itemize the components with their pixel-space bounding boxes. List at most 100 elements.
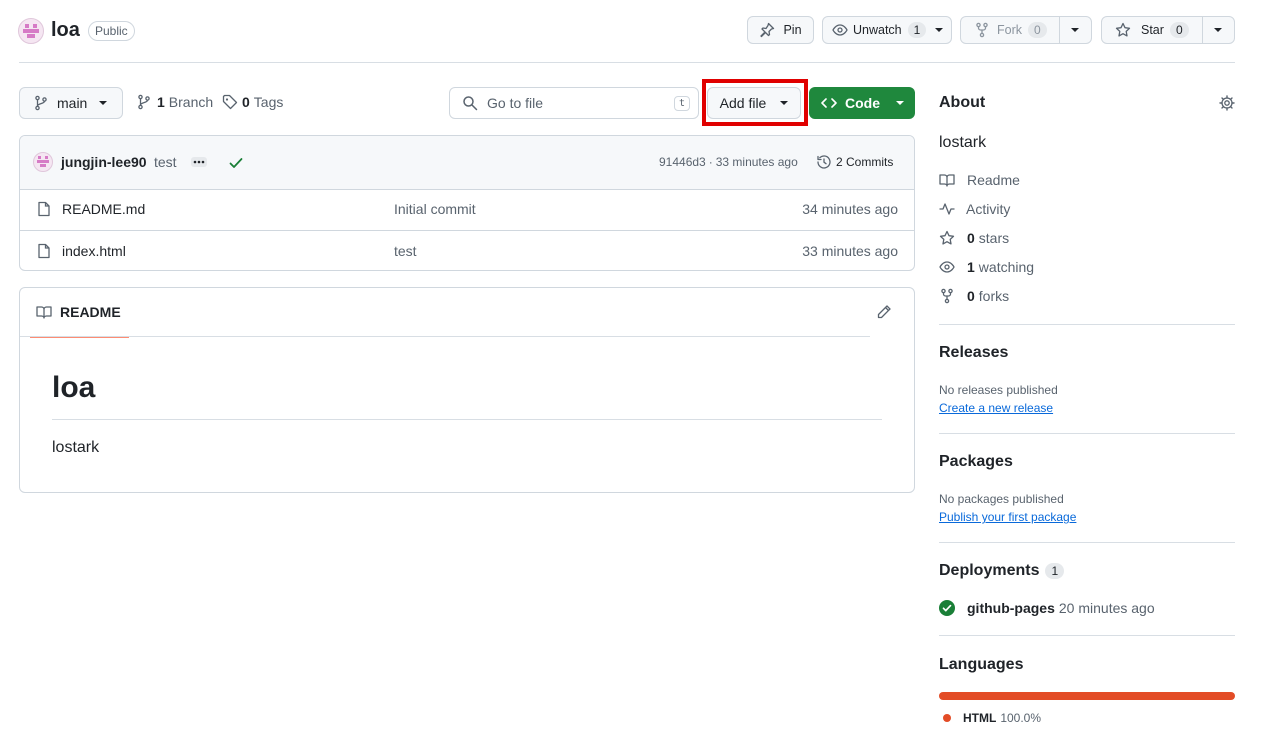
sidebar-divider <box>939 542 1235 543</box>
fork-count: 0 <box>1028 22 1047 38</box>
sidebar-divider <box>939 324 1235 325</box>
commit-author[interactable]: jungjin-lee90 <box>61 154 147 170</box>
about-activity-link[interactable]: Activity <box>939 201 1010 217</box>
identicon-avatar <box>18 18 44 44</box>
deployments-header[interactable]: Deployments 1 <box>939 562 1065 580</box>
publish-package-link[interactable]: Publish your first package <box>939 510 1076 524</box>
file-name[interactable]: index.html <box>62 243 126 259</box>
watching-label: watching <box>978 259 1035 275</box>
branches-link[interactable]: 1 Branch <box>136 94 213 110</box>
tag-count: 0 <box>242 94 250 110</box>
commit-message[interactable]: test <box>154 154 177 170</box>
languages-title: Languages <box>939 656 1024 673</box>
pin-icon <box>760 22 775 38</box>
pin-label: Pin <box>783 23 802 37</box>
about-stars-link[interactable]: 0 stars <box>939 230 1009 246</box>
packages-title[interactable]: Packages <box>939 453 1013 471</box>
watch-count: 1 <box>907 22 927 38</box>
branch-icon <box>35 95 47 111</box>
branch-selector[interactable]: main <box>19 87 123 119</box>
tag-label: Tags <box>253 94 284 110</box>
language-item[interactable]: HTML 100.0% <box>943 711 1041 725</box>
repo-avatar[interactable] <box>18 18 44 44</box>
packages-empty-text: No packages published <box>939 492 1064 506</box>
pencil-icon[interactable] <box>876 304 892 320</box>
file-row: README.md Initial commit 34 minutes ago <box>20 189 914 231</box>
heading-underline <box>52 419 882 420</box>
header-divider <box>19 62 1235 63</box>
stars-count: 0 <box>967 230 975 246</box>
readme-link-label: Readme <box>967 172 1020 188</box>
file-name[interactable]: README.md <box>62 201 145 217</box>
repo-name[interactable]: loa <box>51 19 80 42</box>
chevron-down-icon <box>1214 28 1223 32</box>
star-icon <box>1115 22 1131 37</box>
unwatch-label: Unwatch <box>853 23 902 37</box>
code-label: Code <box>845 95 880 111</box>
language-percent: 100.0% <box>1000 711 1042 725</box>
shortcut-key: t <box>673 95 690 111</box>
code-button[interactable]: Code <box>809 87 915 119</box>
go-to-file-input[interactable]: Go to file t <box>449 87 699 119</box>
forks-label: forks <box>978 288 1010 304</box>
create-release-link[interactable]: Create a new release <box>939 401 1053 415</box>
chevron-down-icon <box>1071 28 1080 32</box>
chevron-down-icon <box>896 101 904 105</box>
file-row: index.html test 33 minutes ago <box>20 231 914 270</box>
pin-button[interactable]: Pin <box>747 16 814 44</box>
star-label: Star <box>1141 23 1164 37</box>
star-dropdown[interactable] <box>1201 17 1234 43</box>
unwatch-dropdown[interactable] <box>927 28 951 32</box>
commits-link[interactable]: 2 Commits <box>816 154 893 170</box>
gear-icon[interactable] <box>1219 95 1235 111</box>
file-commit-message[interactable]: Initial commit <box>394 201 476 217</box>
branch-icon <box>138 94 150 110</box>
file-icon <box>38 243 50 259</box>
identicon-avatar[interactable] <box>33 152 53 172</box>
commit-time: 33 minutes ago <box>715 155 798 169</box>
check-circle-icon <box>939 600 955 616</box>
sidebar-divider <box>939 635 1235 636</box>
star-button[interactable]: Star 0 <box>1101 16 1235 44</box>
language-bar <box>939 692 1235 700</box>
about-title: About <box>939 94 986 111</box>
tags-link[interactable]: 0 Tags <box>222 94 283 110</box>
readme-tab-label: README <box>60 304 121 320</box>
about-watching-link[interactable]: 1 watching <box>939 259 1034 275</box>
about-readme-link[interactable]: Readme <box>939 172 1020 188</box>
about-forks-link[interactable]: 0 forks <box>939 288 1009 304</box>
readme-heading: loa <box>52 371 96 404</box>
chevron-down-icon <box>935 28 943 32</box>
file-time: 33 minutes ago <box>802 243 898 259</box>
commit-hash[interactable]: 91446d3 <box>659 155 706 169</box>
fork-icon <box>941 288 953 304</box>
check-icon[interactable] <box>228 155 244 171</box>
unwatch-button[interactable]: Unwatch 1 <box>822 16 952 44</box>
deployment-time: 20 minutes ago <box>1058 600 1155 616</box>
watching-count: 1 <box>967 259 975 275</box>
fork-dropdown[interactable] <box>1058 17 1091 43</box>
deployment-item[interactable]: github-pages 20 minutes ago <box>939 600 1155 616</box>
code-icon <box>821 98 837 108</box>
deployments-count: 1 <box>1045 563 1065 579</box>
releases-title[interactable]: Releases <box>939 344 1008 362</box>
deployments-title: Deployments <box>939 562 1040 579</box>
tag-icon <box>222 94 238 110</box>
fork-button[interactable]: Fork 0 <box>960 16 1092 44</box>
readme-body: lostark <box>52 439 100 456</box>
eye-icon <box>832 24 848 36</box>
branch-count: 1 <box>157 94 165 110</box>
ellipsis-icon <box>193 160 205 164</box>
about-description: lostark <box>939 134 987 151</box>
commit-separator: · <box>708 155 713 169</box>
forks-count: 0 <box>967 288 975 304</box>
file-commit-message[interactable]: test <box>394 243 417 259</box>
star-count: 0 <box>1169 22 1189 38</box>
star-icon <box>939 230 955 245</box>
ellipsis-button[interactable] <box>191 157 207 167</box>
commits-label: 2 Commits <box>836 155 894 169</box>
readme-panel: README loa lostark <box>19 287 915 493</box>
eye-icon <box>939 261 955 273</box>
readme-tab[interactable]: README <box>30 288 129 338</box>
go-to-file-placeholder: Go to file <box>487 95 544 111</box>
